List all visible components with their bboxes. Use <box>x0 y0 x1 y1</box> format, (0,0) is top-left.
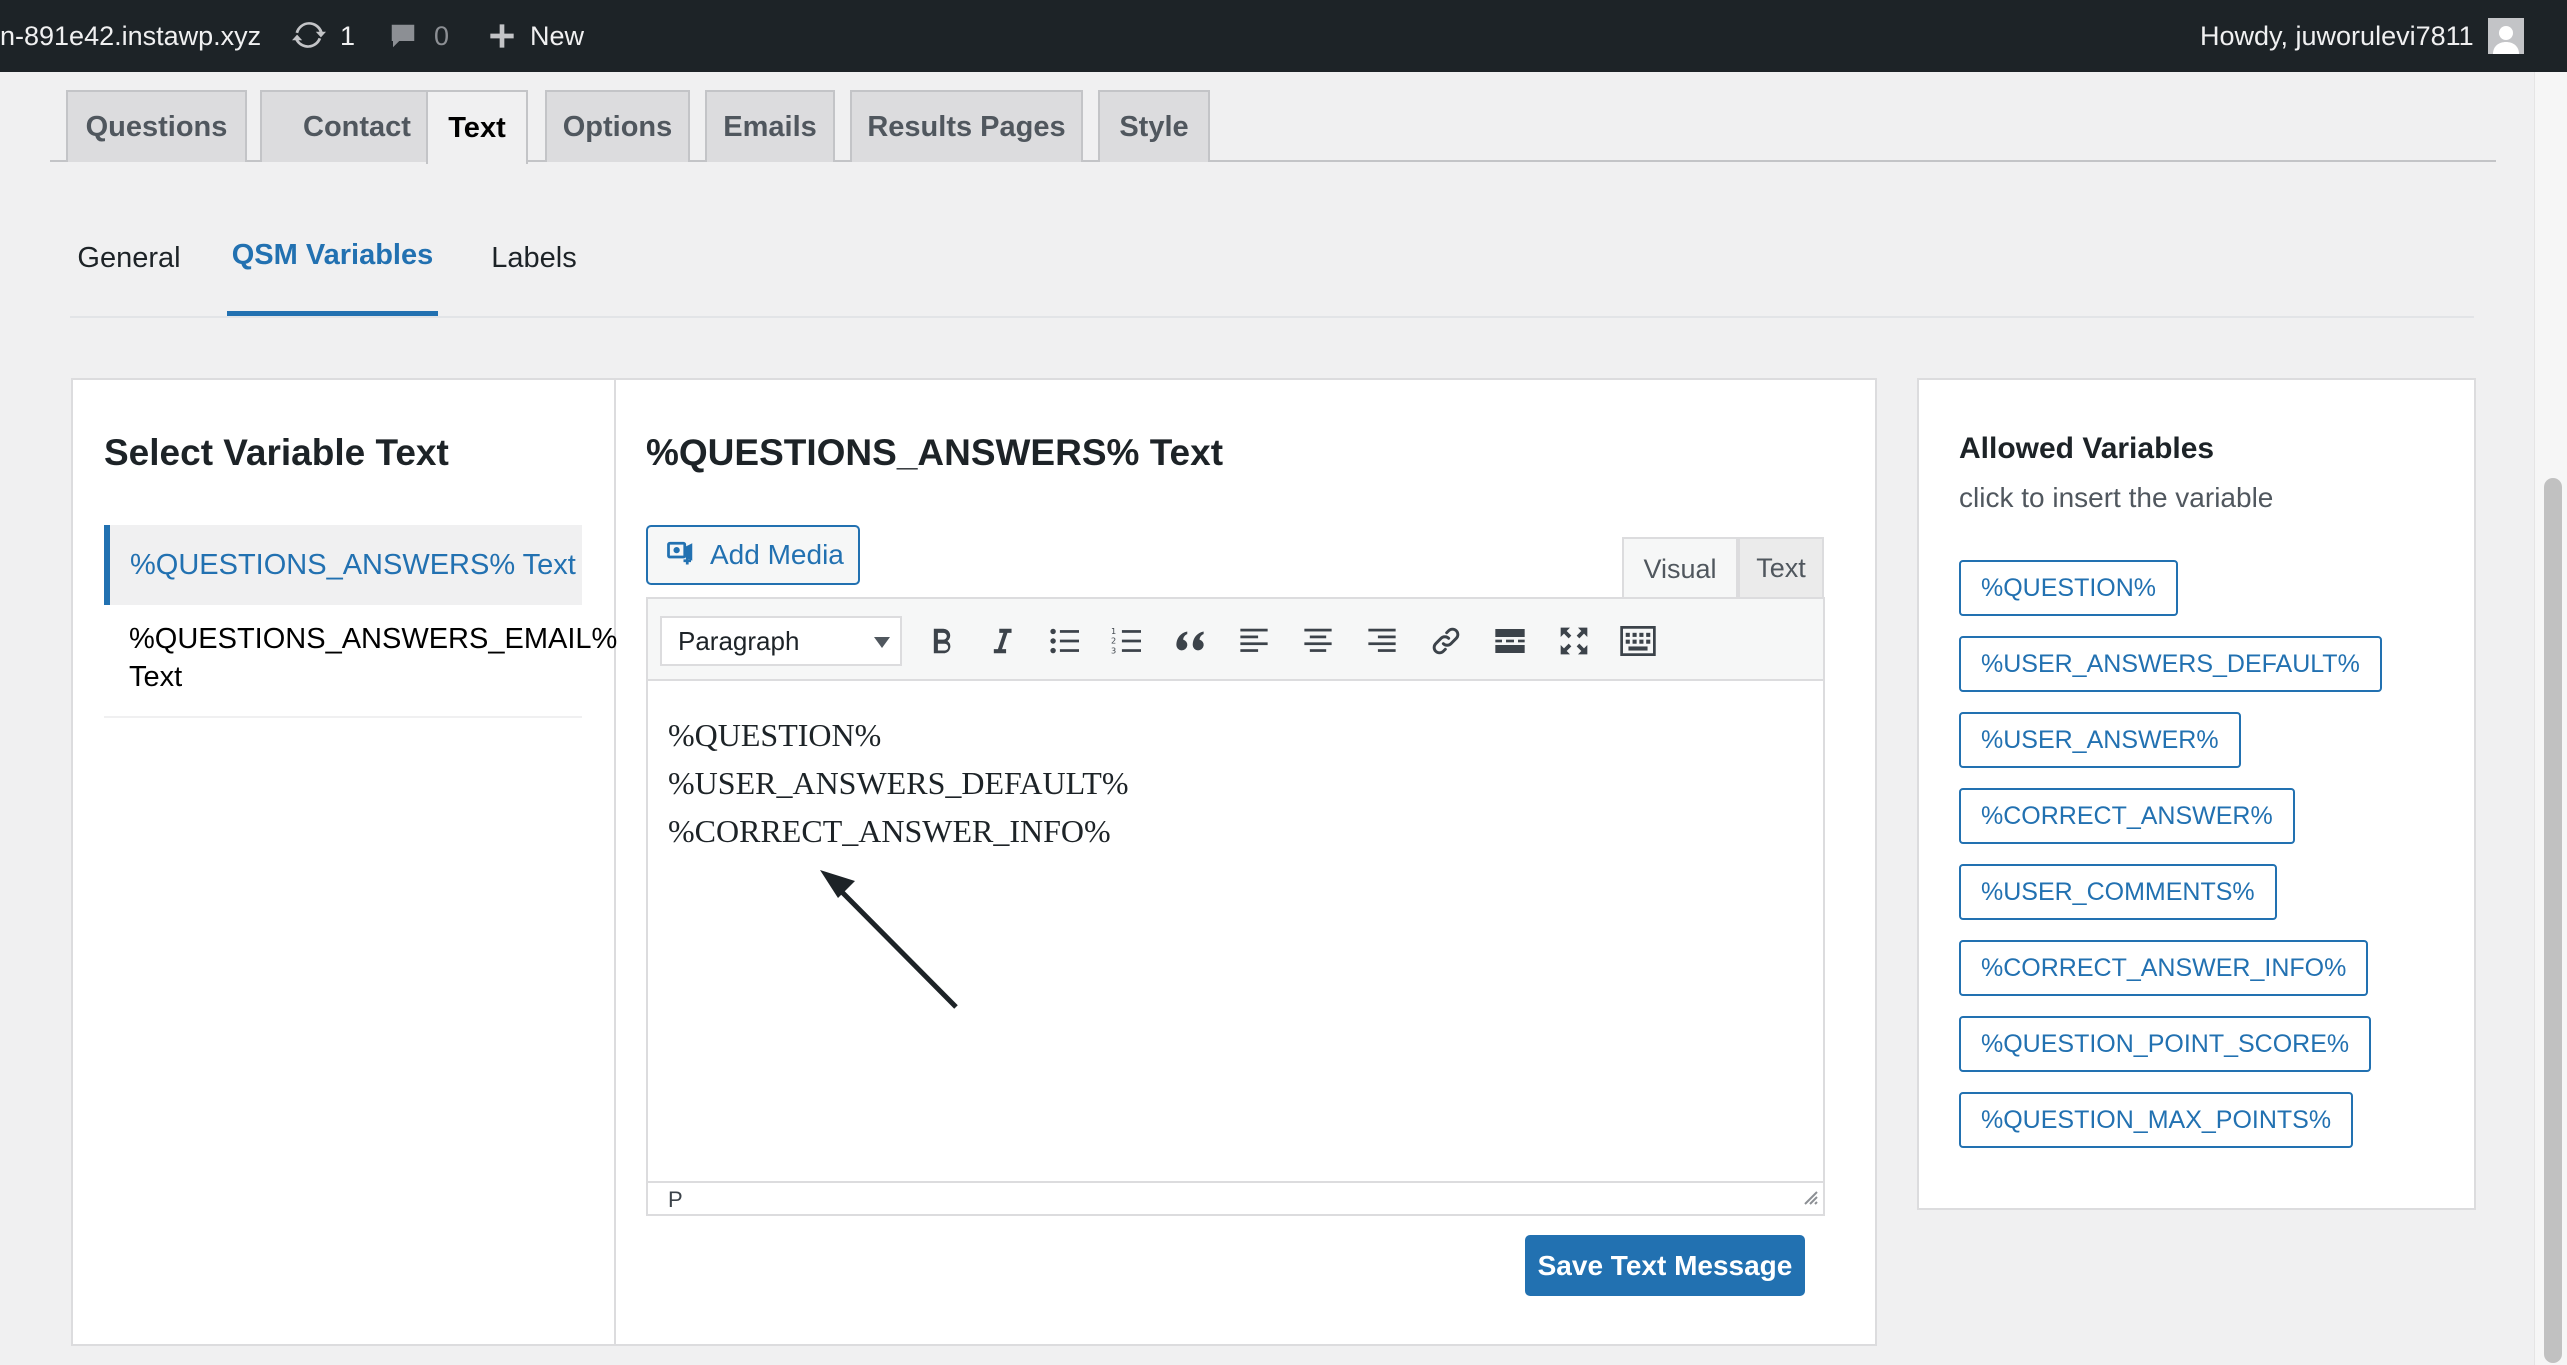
editor-tab-label: Text <box>1756 552 1806 583</box>
format-select-value: Paragraph <box>678 625 800 656</box>
tab-text[interactable]: Text <box>426 90 528 164</box>
chevron-down-icon <box>874 637 890 648</box>
tab-style[interactable]: Style <box>1098 90 1210 162</box>
allowed-variables-subtitle: click to insert the variable <box>1959 482 2274 513</box>
add-media-label: Add Media <box>710 539 844 570</box>
comments-count: 0 <box>434 20 450 51</box>
variable-list-column: Select Variable Text %QUESTIONS_ANSWERS%… <box>73 380 618 1344</box>
variable-button-user-answers-default[interactable]: %USER_ANSWERS_DEFAULT% <box>1959 636 2382 692</box>
howdy-label: Howdy, juworulevi7811 <box>2200 20 2474 51</box>
media-icon <box>666 537 710 574</box>
svg-text:3: 3 <box>1111 645 1116 655</box>
updates-count: 1 <box>340 20 356 51</box>
site-name-label: n-891e42.instawp.xyz <box>0 20 262 51</box>
subtab-label: General <box>77 241 181 274</box>
allowed-variables-panel: Allowed Variables click to insert the va… <box>1917 378 2476 1210</box>
tab-label: Questions <box>85 110 228 143</box>
editor-tab-label: Visual <box>1643 553 1717 584</box>
variable-button-user-answer[interactable]: %USER_ANSWER% <box>1959 712 2241 768</box>
subtab-label: QSM Variables <box>231 239 434 271</box>
editor-status-bar: P <box>648 1181 1823 1214</box>
editor-title: %QUESTIONS_ANSWERS% Text <box>646 432 1224 473</box>
variable-item-questions-answers-email[interactable]: %QUESTIONS_ANSWERS_EMAIL% Text <box>104 620 618 718</box>
site-name-link[interactable]: n-891e42.instawp.xyz <box>0 0 261 72</box>
variable-button-label: %USER_COMMENTS% <box>1981 877 2255 906</box>
select-variable-title: Select Variable Text <box>104 432 449 473</box>
variable-item-label-line2: Text <box>129 661 183 693</box>
new-content-link[interactable]: New <box>488 0 584 72</box>
tab-label: Text <box>448 111 506 144</box>
variable-button-question-point-score[interactable]: %QUESTION_POINT_SCORE% <box>1959 1016 2372 1072</box>
editor-toolbar: Paragraph 123 <box>648 599 1823 681</box>
tab-options[interactable]: Options <box>545 90 690 162</box>
save-button-label: Save Text Message <box>1537 1249 1793 1281</box>
add-media-button[interactable]: Add Media <box>646 525 860 585</box>
toolbar-toggle-icon[interactable] <box>1614 617 1662 665</box>
avatar <box>2487 18 2524 54</box>
tab-label: Results Pages <box>867 110 1066 143</box>
updates-link[interactable]: 1 <box>292 0 355 72</box>
numbered-list-icon[interactable]: 123 <box>1102 617 1150 665</box>
tab-emails[interactable]: Emails <box>705 90 835 162</box>
refresh-icon <box>292 19 326 53</box>
variable-button-user-comments[interactable]: %USER_COMMENTS% <box>1959 864 2277 920</box>
align-right-icon[interactable] <box>1358 617 1406 665</box>
new-label: New <box>530 20 585 51</box>
save-text-message-button[interactable]: Save Text Message <box>1525 1235 1805 1296</box>
fullscreen-icon[interactable] <box>1550 617 1598 665</box>
editor-tab-visual[interactable]: Visual <box>1622 537 1738 599</box>
variable-item-label-line1: %QUESTIONS_ANSWERS_EMAIL% <box>129 623 618 655</box>
variable-button-label: %USER_ANSWER% <box>1981 725 2219 754</box>
variable-button-label: %CORRECT_ANSWER% <box>1981 801 2273 830</box>
variable-button-question[interactable]: %QUESTION% <box>1959 560 2179 616</box>
blockquote-icon[interactable] <box>1166 617 1214 665</box>
format-select[interactable]: Paragraph <box>660 616 902 666</box>
align-left-icon[interactable] <box>1230 617 1278 665</box>
variable-button-question-max-points[interactable]: %QUESTION_MAX_POINTS% <box>1959 1092 2354 1148</box>
tab-label: Contact <box>303 110 411 143</box>
plus-icon <box>488 22 516 50</box>
variable-text-panel: Select Variable Text %QUESTIONS_ANSWERS%… <box>71 378 1877 1346</box>
variable-button-label: %USER_ANSWERS_DEFAULT% <box>1981 649 2360 678</box>
variable-item-label: %QUESTIONS_ANSWERS% Text <box>130 549 576 581</box>
comment-icon <box>388 21 418 51</box>
variable-button-label: %QUESTION% <box>1981 573 2157 602</box>
variable-button-label: %QUESTION_MAX_POINTS% <box>1981 1105 2332 1134</box>
variable-item-questions-answers[interactable]: %QUESTIONS_ANSWERS% Text <box>104 525 582 605</box>
variable-button-correct-answer[interactable]: %CORRECT_ANSWER% <box>1959 788 2295 844</box>
variable-button-label: %QUESTION_POINT_SCORE% <box>1981 1029 2350 1058</box>
scrollbar-thumb[interactable] <box>2544 478 2562 1363</box>
account-menu[interactable]: Howdy, juworulevi7811 <box>2200 0 2540 72</box>
tab-label: Emails <box>723 110 817 143</box>
subtab-qsm-variables[interactable]: QSM Variables <box>227 200 438 316</box>
element-path: P <box>668 1187 683 1212</box>
comments-link[interactable]: 0 <box>388 0 449 72</box>
italic-icon[interactable] <box>978 617 1026 665</box>
tab-contact[interactable]: Contact <box>260 90 454 162</box>
align-center-icon[interactable] <box>1294 617 1342 665</box>
bold-icon[interactable] <box>918 617 966 665</box>
admin-bar: n-891e42.instawp.xyz 1 0 New Howdy, juwo… <box>0 0 2567 72</box>
subtab-label: Labels <box>491 241 577 274</box>
subtab-general[interactable]: General <box>70 200 188 316</box>
tab-label: Options <box>562 110 673 143</box>
svg-text:2: 2 <box>1111 636 1116 646</box>
read-more-icon[interactable] <box>1486 617 1534 665</box>
tab-questions[interactable]: Questions <box>66 90 247 162</box>
tab-results-pages[interactable]: Results Pages <box>850 90 1083 162</box>
sub-tab-bar: General QSM Variables Labels <box>70 200 2474 318</box>
annotation-arrow-icon <box>820 870 958 1009</box>
allowed-variables-title: Allowed Variables <box>1959 432 2215 465</box>
variable-button-correct-answer-info[interactable]: %CORRECT_ANSWER_INFO% <box>1959 940 2369 996</box>
subtab-labels[interactable]: Labels <box>482 200 586 316</box>
bulleted-list-icon[interactable] <box>1040 617 1088 665</box>
editor-tab-text[interactable]: Text <box>1738 537 1824 597</box>
rich-text-editor: Paragraph 123 %QUESTION% %USER_ANSWERS_D… <box>646 597 1825 1216</box>
link-icon[interactable] <box>1422 617 1470 665</box>
main-tab-bar: Questions Contact Text Options Emails Re… <box>50 90 2496 164</box>
resize-handle-icon[interactable] <box>1799 1186 1819 1212</box>
tab-label: Style <box>1119 110 1189 143</box>
variable-button-label: %CORRECT_ANSWER_INFO% <box>1981 953 2347 982</box>
